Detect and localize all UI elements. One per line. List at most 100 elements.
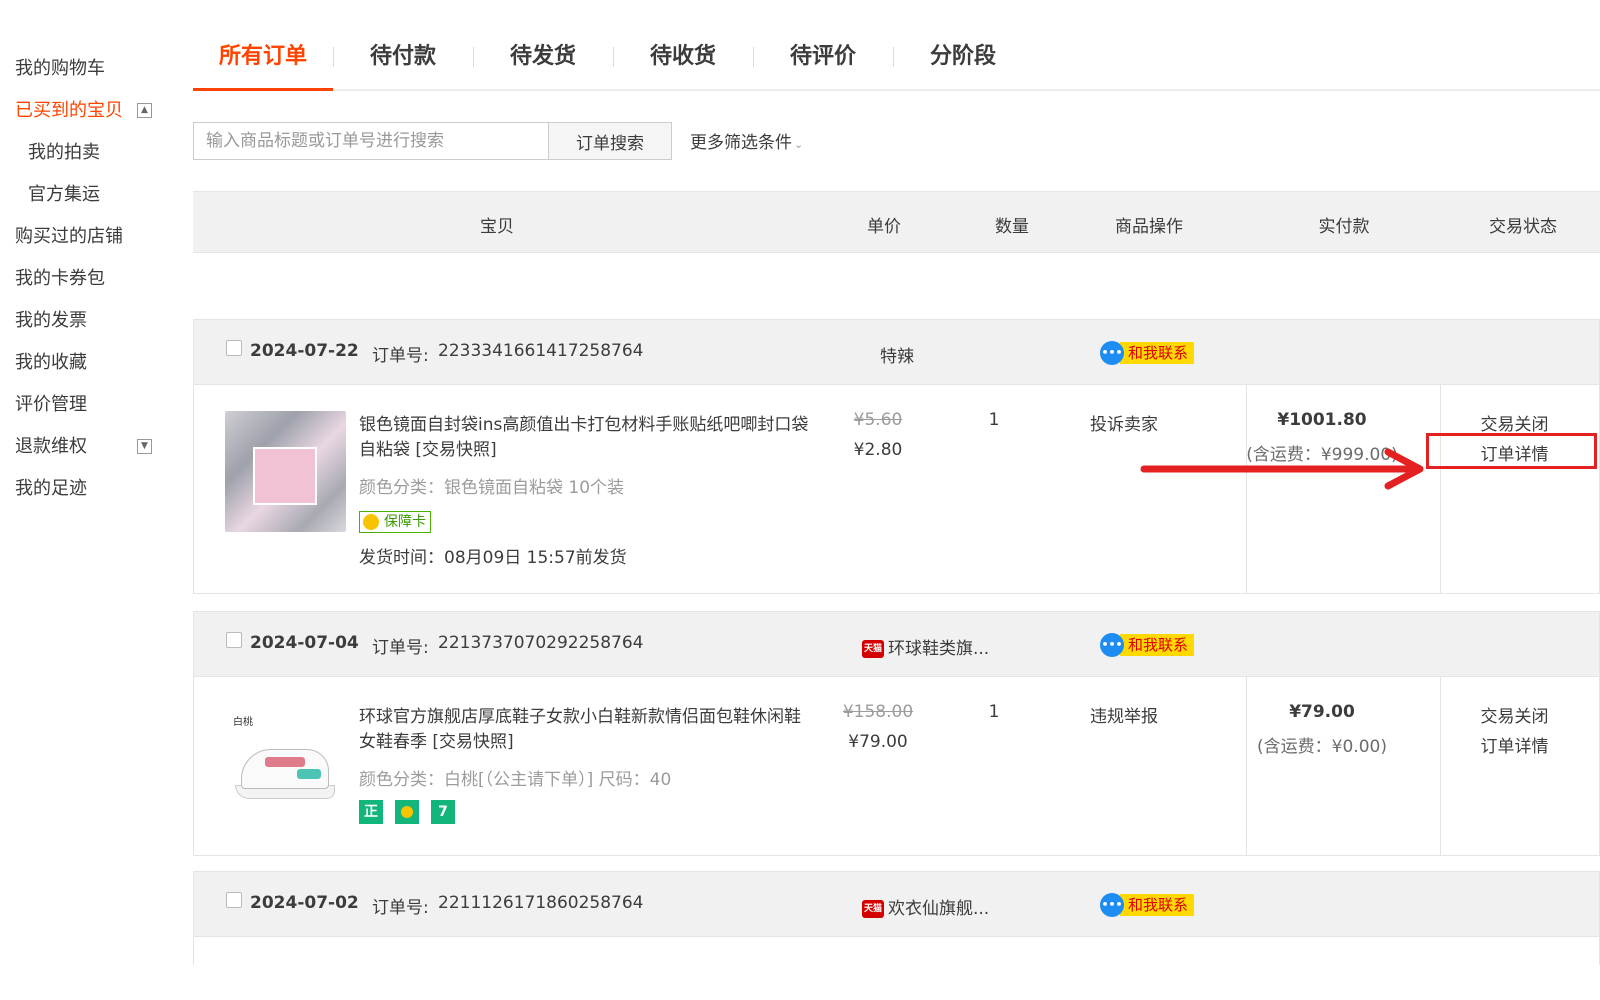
annotation-arrow-icon — [1140, 448, 1424, 490]
chat-bubble-icon: ••• — [1100, 341, 1124, 365]
thumbnail-color-label: 白桃 — [233, 717, 253, 728]
shoe-image — [235, 743, 335, 799]
order-checkbox[interactable] — [226, 340, 242, 356]
sidebar-item-favorites[interactable]: 我的收藏 — [0, 342, 175, 384]
expand-down-icon[interactable]: ▼ — [137, 439, 152, 454]
column-amount-paid: 实付款 — [1318, 217, 1370, 237]
amount-paid: ¥1001.80 — [1277, 410, 1367, 430]
order-date: 2024-07-04 — [250, 633, 359, 653]
sidebar: 我的购物车 已买到的宝贝 ▲ 我的拍卖 官方集运 购买过的店铺 我的卡券包 我的… — [0, 48, 175, 510]
tmall-icon: 天猫 — [862, 900, 884, 918]
order-number-label: 订单号: — [372, 346, 429, 366]
sidebar-item-bought[interactable]: 已买到的宝贝 ▲ — [0, 90, 175, 132]
tab-installments[interactable]: 分阶段 — [893, 33, 1033, 89]
product-thumbnail[interactable] — [225, 411, 346, 532]
original-price: ¥5.60 — [853, 410, 903, 430]
order-number: 2211126171860258764 — [438, 893, 644, 913]
quantity: 1 — [988, 702, 1000, 722]
order-checkbox[interactable] — [226, 892, 242, 908]
report-violation-link[interactable]: 违规举报 — [1054, 702, 1194, 727]
protection-badge-icon[interactable] — [395, 800, 419, 824]
product-title-link[interactable]: 银色镜面自封袋ins高颜值出卡打包材料手账贴纸吧唧封口袋自粘袋 [交易快照] — [359, 413, 809, 463]
sidebar-item-invoices[interactable]: 我的发票 — [0, 300, 175, 342]
shop-link[interactable]: 特辣 — [880, 342, 914, 367]
sidebar-item-coupons[interactable]: 我的卡券包 — [0, 258, 175, 300]
more-filters-toggle[interactable]: 更多筛选条件 ⌄ — [690, 128, 803, 153]
shoe-accent — [297, 769, 321, 779]
shop-link[interactable]: 天猫 环球鞋类旗... — [862, 634, 989, 659]
contact-label: 和我联系 — [1120, 634, 1195, 656]
order-header: 2024-07-02 订单号: 2211126171860258764 天猫 欢衣… — [194, 872, 1599, 937]
seven-day-return-badge-icon[interactable]: 7 — [431, 800, 455, 824]
shop-link[interactable]: 天猫 欢衣仙旗舰... — [862, 894, 989, 919]
order-card: 2024-07-02 订单号: 2211126171860258764 天猫 欢衣… — [193, 871, 1600, 965]
sidebar-item-consolidation[interactable]: 官方集运 — [0, 174, 175, 216]
order-item-row: 白桃 环球官方旗舰店厚底鞋子女款小白鞋新款情侣面包鞋休闲鞋女鞋春季 [交易快照]… — [194, 677, 1599, 855]
product-title-link[interactable]: 环球官方旗舰店厚底鞋子女款小白鞋新款情侣面包鞋休闲鞋女鞋春季 [交易快照] — [359, 705, 809, 755]
quantity: 1 — [988, 410, 1000, 430]
trade-status: 交易关闭 — [1480, 415, 1549, 435]
sidebar-item-shops[interactable]: 购买过的店铺 — [0, 216, 175, 258]
order-details-link[interactable]: 订单详情 — [1422, 732, 1600, 757]
sidebar-item-cart[interactable]: 我的购物车 — [0, 48, 175, 90]
contact-label: 和我联系 — [1120, 894, 1195, 916]
original-price: ¥158.00 — [842, 702, 914, 722]
column-quantity: 数量 — [995, 217, 1029, 237]
chevron-down-icon: ⌄ — [794, 138, 804, 151]
ship-time: 发货时间：08月09日 15:57前发货 — [359, 548, 627, 568]
sidebar-item-refunds[interactable]: 退款维权 ▼ — [0, 426, 175, 468]
order-number-label: 订单号: — [372, 898, 429, 918]
product-image-detail — [253, 447, 317, 505]
shop-name: 欢衣仙旗舰... — [888, 899, 990, 919]
shipping-fee: (含运费：¥0.00) — [1257, 737, 1387, 757]
order-number: 2213737070292258764 — [438, 633, 644, 653]
product-attributes: 颜色分类：银色镜面自粘袋 10个装 — [359, 478, 625, 498]
tab-all-orders[interactable]: 所有订单 — [193, 33, 333, 91]
order-number-label: 订单号: — [372, 638, 429, 658]
order-search-button[interactable]: 订单搜索 — [548, 122, 672, 160]
sidebar-item-label: 已买到的宝贝 — [15, 100, 123, 121]
tmall-icon: 天猫 — [862, 640, 884, 658]
order-date: 2024-07-22 — [250, 341, 359, 361]
chat-bubble-icon: ••• — [1100, 893, 1124, 917]
tab-pending-payment[interactable]: 待付款 — [333, 33, 473, 89]
shoe-strap — [265, 757, 305, 767]
order-checkbox[interactable] — [226, 632, 242, 648]
column-item: 宝贝 — [480, 217, 514, 237]
sidebar-item-footprints[interactable]: 我的足迹 — [0, 468, 175, 510]
order-number: 2233341661417258764 — [438, 341, 644, 361]
sidebar-item-auction[interactable]: 我的拍卖 — [0, 132, 175, 174]
unit-price: ¥2.80 — [853, 440, 903, 460]
chat-bubble-icon: ••• — [1100, 633, 1124, 657]
order-header: 2024-07-04 订单号: 2213737070292258764 天猫 环球… — [194, 612, 1599, 677]
order-header: 2024-07-22 订单号: 2233341661417258764 特辣 •… — [194, 320, 1599, 385]
annotation-highlight-box — [1426, 433, 1597, 469]
amount-paid: ¥79.00 — [1289, 702, 1355, 722]
more-filters-label: 更多筛选条件 — [690, 133, 792, 153]
collapse-up-icon[interactable]: ▲ — [137, 103, 152, 118]
product-thumbnail[interactable]: 白桃 — [225, 703, 346, 824]
protection-card-icon — [363, 514, 379, 530]
sidebar-item-label: 退款维权 — [15, 436, 87, 457]
protection-icon-dot — [401, 806, 413, 818]
trade-status: 交易关闭 — [1480, 707, 1549, 727]
order-date: 2024-07-02 — [250, 893, 359, 913]
sidebar-item-reviews[interactable]: 评价管理 — [0, 384, 175, 426]
order-card: 2024-07-04 订单号: 2213737070292258764 天猫 环球… — [193, 611, 1600, 856]
product-attributes: 颜色分类：白桃[（公主请下单）] 尺码：40 — [359, 770, 672, 790]
order-table-header: 宝贝 单价 数量 商品操作 实付款 交易状态 — [193, 191, 1600, 253]
contact-label: 和我联系 — [1120, 342, 1195, 364]
protection-card-badge[interactable]: 保障卡 — [359, 511, 431, 533]
complain-seller-link[interactable]: 投诉卖家 — [1054, 410, 1194, 435]
column-unit-price: 单价 — [867, 217, 901, 237]
tab-pending-shipment[interactable]: 待发货 — [473, 33, 613, 89]
shop-name: 特辣 — [880, 347, 914, 367]
search-input[interactable] — [193, 122, 548, 160]
tab-pending-receipt[interactable]: 待收货 — [613, 33, 753, 89]
column-item-actions: 商品操作 — [1115, 217, 1183, 237]
authentic-badge-icon[interactable]: 正 — [359, 800, 383, 824]
unit-price: ¥79.00 — [848, 732, 908, 752]
shop-name: 环球鞋类旗... — [888, 639, 990, 659]
tab-pending-review[interactable]: 待评价 — [753, 33, 893, 89]
column-trade-status: 交易状态 — [1489, 217, 1557, 237]
